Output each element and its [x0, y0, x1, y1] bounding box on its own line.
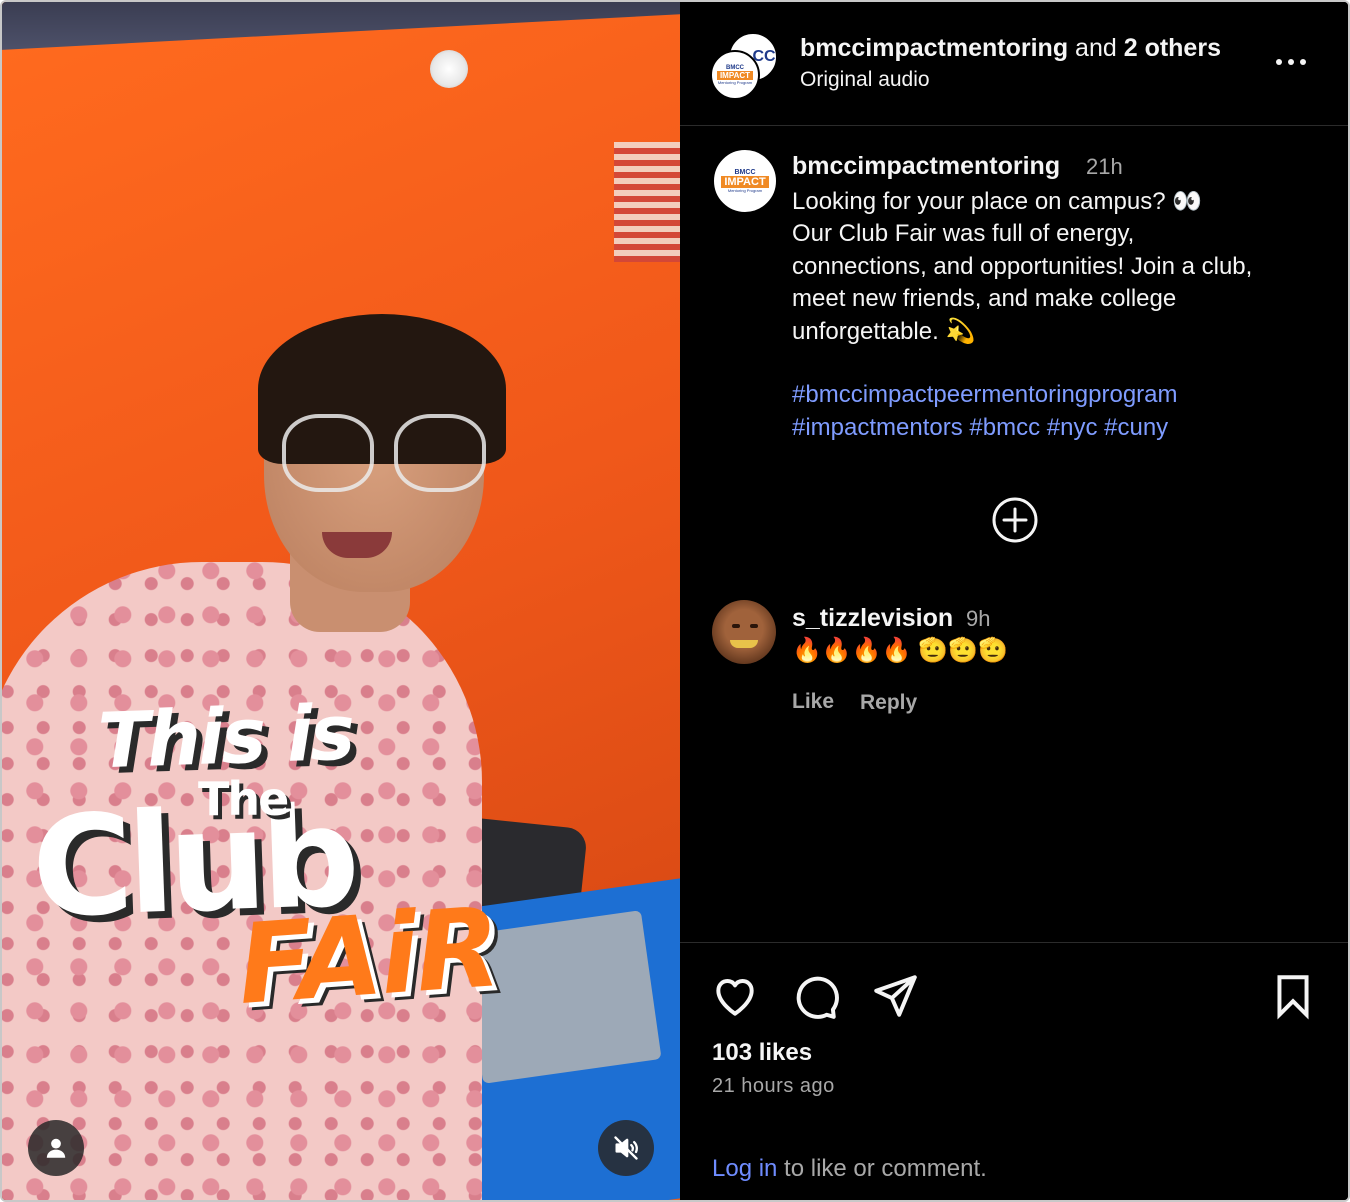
caption-line: connections, and opportunities! Join a c…: [792, 252, 1253, 280]
caption-line: unforgettable. 💫: [792, 317, 976, 345]
caption-hashtags: #bmccimpactpeermentoringprogram #impactm…: [792, 378, 1332, 444]
post-window: This is Club The FAiR CC BMCC IMPACT Men…: [0, 0, 1350, 1202]
tagged-users-button[interactable]: [28, 1120, 84, 1176]
comment-username-link[interactable]: s_tizzlevision: [792, 604, 953, 633]
avatar-smile: [730, 640, 758, 648]
caption-text: Looking for your place on campus? 👀 Our …: [792, 186, 1332, 348]
comment-timestamp[interactable]: 9h: [966, 606, 990, 632]
login-prompt: Log in to like or comment.: [712, 1155, 987, 1183]
hashtag-link[interactable]: #bmccimpactpeermentoringprogram: [792, 381, 1178, 408]
commenter-avatar[interactable]: [712, 600, 776, 664]
post-header: CC BMCC IMPACT Mentoring Program bmccimp…: [680, 2, 1348, 126]
collab-avatar-stack[interactable]: CC BMCC IMPACT Mentoring Program: [710, 32, 780, 102]
comment-button[interactable]: [790, 971, 840, 1021]
login-prompt-text: to like or comment.: [777, 1155, 987, 1182]
original-audio-link[interactable]: Original audio: [800, 68, 930, 92]
avatar-eye: [750, 624, 758, 628]
header-title: bmccimpactmentoring and 2 others: [800, 34, 1221, 63]
speech-bubble-icon: [796, 976, 839, 1019]
overlay-text-the: The: [198, 772, 289, 826]
video-person-glasses: [282, 414, 492, 494]
more-dot-icon: [1288, 59, 1294, 65]
post-side-panel: CC BMCC IMPACT Mentoring Program bmccimp…: [680, 2, 1348, 1200]
load-more-comments-button[interactable]: [991, 496, 1039, 544]
post-date: 21 hours ago: [712, 1075, 835, 1097]
caption-line: Looking for your place on campus? 👀: [792, 188, 1203, 215]
mute-toggle-button[interactable]: [598, 1120, 654, 1176]
caption-username-link[interactable]: bmccimpactmentoring: [792, 152, 1060, 181]
overlay-text-this-is: This is: [96, 687, 354, 786]
avatar-eye: [732, 624, 740, 628]
hashtag-link[interactable]: #nyc: [1047, 414, 1098, 441]
logo-small-text: Mentoring Program: [727, 188, 763, 193]
video-flag: [614, 142, 680, 262]
hashtag-link[interactable]: #cuny: [1104, 414, 1168, 441]
header-joiner: and: [1068, 34, 1124, 62]
video-lamp: [430, 50, 468, 88]
more-options-button[interactable]: [1276, 50, 1312, 74]
hashtag-link[interactable]: #bmcc: [969, 414, 1040, 441]
overlay-text-fair: FAiR: [233, 883, 503, 1029]
comment-reply-button[interactable]: Reply: [860, 691, 917, 715]
header-username-link[interactable]: bmccimpactmentoring: [800, 34, 1068, 62]
logo-main-text: IMPACT: [716, 71, 754, 80]
header-others-link[interactable]: 2 others: [1124, 34, 1221, 62]
logo-top-text: BMCC: [734, 169, 756, 176]
logo-small-text: Mentoring Program: [717, 80, 753, 85]
reel-video[interactable]: This is Club The FAiR: [2, 2, 680, 1200]
volume-muted-icon: [614, 1136, 638, 1160]
caption-line: Our Club Fair was full of energy,: [792, 220, 1135, 248]
comment-item: s_tizzlevision 9h 🔥🔥🔥🔥 🫡🫡🫡 Like Reply: [680, 596, 1348, 726]
paper-plane-icon: [874, 975, 917, 1017]
bmcc-impact-logo-icon: BMCC IMPACT Mentoring Program: [710, 50, 760, 100]
like-count[interactable]: 103 likes: [712, 1039, 812, 1067]
heart-icon: [716, 979, 754, 1016]
like-button[interactable]: [710, 971, 760, 1021]
logo-main-text: IMPACT: [721, 176, 769, 188]
caption-avatar[interactable]: BMCC IMPACT Mentoring Program: [712, 148, 778, 214]
plus-circle-icon: [992, 497, 1038, 543]
caption-timestamp[interactable]: 21h: [1086, 154, 1123, 180]
login-link[interactable]: Log in: [712, 1155, 777, 1182]
share-button[interactable]: [870, 971, 920, 1021]
more-dot-icon: [1300, 59, 1306, 65]
bookmark-icon: [1277, 975, 1309, 1020]
save-button[interactable]: [1268, 971, 1318, 1021]
more-dot-icon: [1276, 59, 1282, 65]
caption-line: meet new friends, and make college: [792, 285, 1177, 313]
user-icon: [46, 1138, 66, 1158]
comment-text: 🔥🔥🔥🔥 🫡🫡🫡: [792, 637, 1008, 664]
post-actions: 103 likes 21 hours ago Log in to like or…: [680, 942, 1348, 1200]
hashtag-link[interactable]: #impactmentors: [792, 414, 963, 441]
comment-like-button[interactable]: Like: [792, 690, 834, 714]
